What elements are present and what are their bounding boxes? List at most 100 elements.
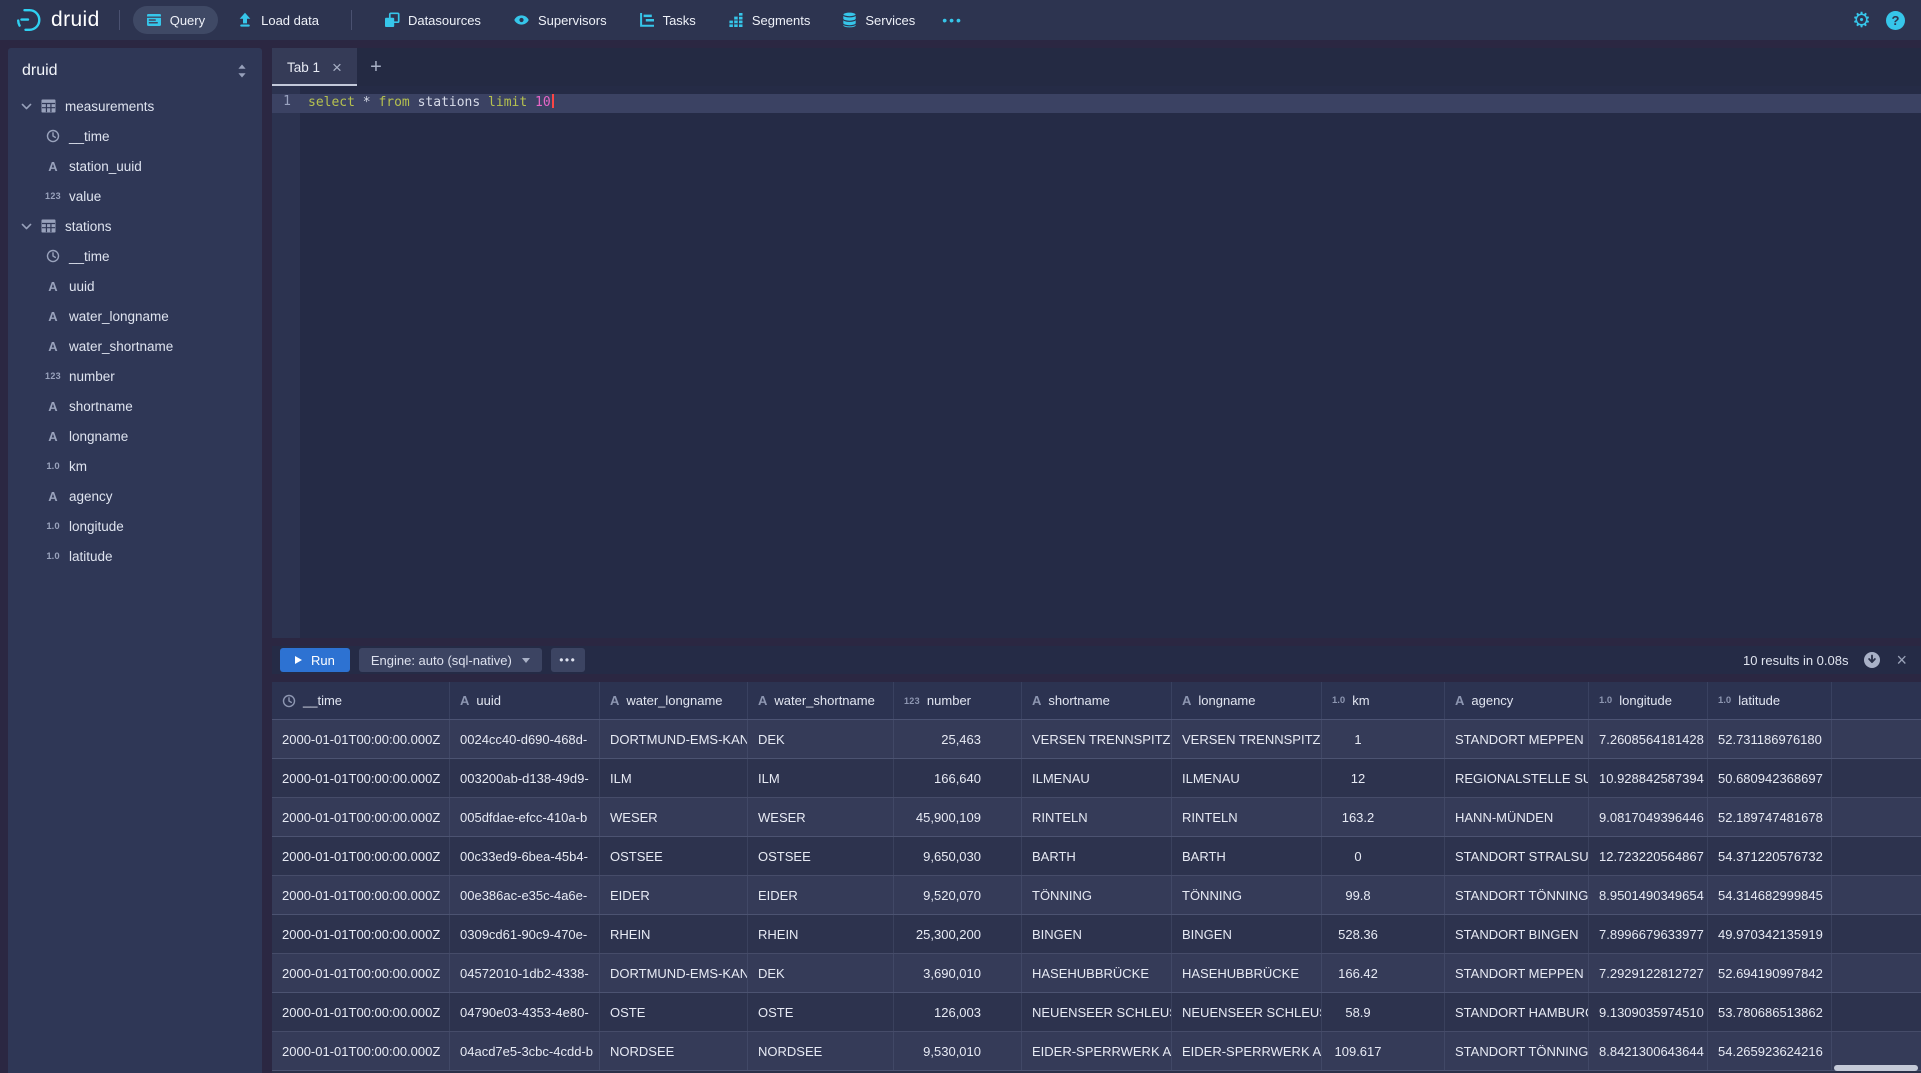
close-results-icon[interactable]: × bbox=[1896, 651, 1907, 669]
sidebar-table-measurements[interactable]: measurements bbox=[8, 91, 262, 121]
sidebar-column-value[interactable]: 123value bbox=[8, 181, 262, 211]
table-cell[interactable]: 2000-01-01T00:00:00.000Z bbox=[272, 915, 450, 953]
table-cell[interactable]: 52.189747481678 bbox=[1708, 798, 1832, 836]
table-cell[interactable]: BARTH bbox=[1172, 837, 1322, 875]
sidebar-column-longname[interactable]: Alongname bbox=[8, 421, 262, 451]
sidebar-column-station_uuid[interactable]: Astation_uuid bbox=[8, 151, 262, 181]
sidebar-column-__time[interactable]: __time bbox=[8, 121, 262, 151]
table-cell[interactable]: 04acd7e5-3cbc-4cdd-b bbox=[450, 1032, 600, 1070]
chevron-down-icon[interactable] bbox=[20, 220, 33, 233]
sidebar-column-shortname[interactable]: Ashortname bbox=[8, 391, 262, 421]
table-cell[interactable]: STANDORT MEPPEN bbox=[1445, 720, 1589, 758]
table-cell[interactable]: 9,530,010 bbox=[894, 1032, 1022, 1070]
table-cell[interactable]: 9.1309035974510 bbox=[1589, 993, 1708, 1031]
table-cell[interactable]: 8.9501490349654 bbox=[1589, 876, 1708, 914]
new-tab-button[interactable]: + bbox=[357, 48, 395, 86]
query-more-button[interactable]: ••• bbox=[551, 648, 585, 672]
table-cell[interactable]: NEUENSEER SCHLEUSE bbox=[1172, 993, 1322, 1031]
sidebar-column-__time[interactable]: __time bbox=[8, 241, 262, 271]
table-cell[interactable]: VERSEN TRENNSPITZE bbox=[1022, 720, 1172, 758]
table-cell[interactable]: EIDER bbox=[600, 876, 748, 914]
table-cell[interactable]: REGIONALSTELLE SUHL bbox=[1445, 759, 1589, 797]
results-header-km[interactable]: 1.0km bbox=[1322, 682, 1445, 719]
sidebar-column-latitude[interactable]: 1.0latitude bbox=[8, 541, 262, 571]
table-cell[interactable]: ILM bbox=[600, 759, 748, 797]
table-cell[interactable]: EIDER-SPERRWERK AP bbox=[1172, 1032, 1322, 1070]
table-cell[interactable]: 166,640 bbox=[894, 759, 1022, 797]
table-cell[interactable]: OSTSEE bbox=[748, 837, 894, 875]
table-cell[interactable]: 25,463 bbox=[894, 720, 1022, 758]
nav-item-supervisors[interactable]: Supervisors bbox=[500, 6, 620, 34]
table-cell[interactable]: 45,900,109 bbox=[894, 798, 1022, 836]
table-cell[interactable]: 54.314682999845 bbox=[1708, 876, 1832, 914]
table-cell[interactable]: DEK bbox=[748, 720, 894, 758]
table-cell[interactable]: 0309cd61-90c9-470e- bbox=[450, 915, 600, 953]
horizontal-scrollbar[interactable] bbox=[1834, 1065, 1918, 1071]
results-header-uuid[interactable]: Auuid bbox=[450, 682, 600, 719]
table-cell[interactable]: 1 bbox=[1322, 720, 1445, 758]
table-cell[interactable]: 3,690,010 bbox=[894, 954, 1022, 992]
results-header-longitude[interactable]: 1.0longitude bbox=[1589, 682, 1708, 719]
table-cell[interactable]: STANDORT TÖNNING bbox=[1445, 876, 1589, 914]
nav-item-services[interactable]: Services bbox=[829, 6, 928, 34]
table-cell[interactable]: 52.731186976180 bbox=[1708, 720, 1832, 758]
sql-editor[interactable]: 1 select * from stations limit 10 bbox=[272, 86, 1921, 638]
table-cell[interactable]: HASEHUBBRÜCKE bbox=[1022, 954, 1172, 992]
table-cell[interactable]: 9.0817049396446 bbox=[1589, 798, 1708, 836]
table-cell[interactable]: DORTMUND-EMS-KANAL bbox=[600, 720, 748, 758]
table-cell[interactable]: ILM bbox=[748, 759, 894, 797]
table-cell[interactable]: 2000-01-01T00:00:00.000Z bbox=[272, 1032, 450, 1070]
table-cell[interactable]: 7.8996679633977 bbox=[1589, 915, 1708, 953]
table-cell[interactable]: VERSEN TRENNSPITZE bbox=[1172, 720, 1322, 758]
close-tab-icon[interactable]: × bbox=[332, 59, 342, 76]
table-cell[interactable]: 2000-01-01T00:00:00.000Z bbox=[272, 954, 450, 992]
results-header-__time[interactable]: __time bbox=[272, 682, 450, 719]
table-cell[interactable]: EIDER-SPERRWERK AP bbox=[1022, 1032, 1172, 1070]
nav-item-load-data[interactable]: Load data bbox=[224, 6, 332, 34]
table-cell[interactable]: RINTELN bbox=[1022, 798, 1172, 836]
table-cell[interactable]: HASEHUBBRÜCKE bbox=[1172, 954, 1322, 992]
table-cell[interactable]: 10.928842587394 bbox=[1589, 759, 1708, 797]
table-cell[interactable]: DORTMUND-EMS-KANAL bbox=[600, 954, 748, 992]
table-cell[interactable]: BINGEN bbox=[1022, 915, 1172, 953]
gear-icon[interactable]: ⚙ bbox=[1852, 10, 1871, 31]
sidebar-column-water_longname[interactable]: Awater_longname bbox=[8, 301, 262, 331]
table-cell[interactable]: STANDORT TÖNNING bbox=[1445, 1032, 1589, 1070]
table-cell[interactable]: BINGEN bbox=[1172, 915, 1322, 953]
table-cell[interactable]: STANDORT HAMBURG bbox=[1445, 993, 1589, 1031]
table-cell[interactable]: 49.970342135919 bbox=[1708, 915, 1832, 953]
nav-item-tasks[interactable]: Tasks bbox=[626, 6, 709, 34]
table-cell[interactable]: NORDSEE bbox=[600, 1032, 748, 1070]
results-header-water_shortname[interactable]: Awater_shortname bbox=[748, 682, 894, 719]
table-cell[interactable]: 00e386ac-e35c-4a6e- bbox=[450, 876, 600, 914]
druid-brand[interactable]: druid bbox=[16, 7, 100, 33]
table-cell[interactable]: 003200ab-d138-49d9- bbox=[450, 759, 600, 797]
table-cell[interactable]: RHEIN bbox=[600, 915, 748, 953]
table-cell[interactable]: 2000-01-01T00:00:00.000Z bbox=[272, 798, 450, 836]
sidebar-table-stations[interactable]: stations bbox=[8, 211, 262, 241]
results-header-latitude[interactable]: 1.0latitude bbox=[1708, 682, 1832, 719]
table-cell[interactable]: TÖNNING bbox=[1172, 876, 1322, 914]
table-cell[interactable]: BARTH bbox=[1022, 837, 1172, 875]
table-cell[interactable]: 9,520,070 bbox=[894, 876, 1022, 914]
table-cell[interactable]: STANDORT MEPPEN bbox=[1445, 954, 1589, 992]
table-cell[interactable]: 12.723220564867 bbox=[1589, 837, 1708, 875]
table-cell[interactable]: ILMENAU bbox=[1022, 759, 1172, 797]
table-cell[interactable]: 2000-01-01T00:00:00.000Z bbox=[272, 837, 450, 875]
table-cell[interactable]: NORDSEE bbox=[748, 1032, 894, 1070]
table-cell[interactable]: 126,003 bbox=[894, 993, 1022, 1031]
schema-selector[interactable]: druid bbox=[8, 48, 262, 91]
table-cell[interactable]: RINTELN bbox=[1172, 798, 1322, 836]
table-cell[interactable]: WESER bbox=[748, 798, 894, 836]
table-cell[interactable]: 2000-01-01T00:00:00.000Z bbox=[272, 993, 450, 1031]
results-header-number[interactable]: 123number bbox=[894, 682, 1022, 719]
table-cell[interactable]: 99.8 bbox=[1322, 876, 1445, 914]
table-cell[interactable]: HANN-MÜNDEN bbox=[1445, 798, 1589, 836]
table-cell[interactable]: 53.780686513862 bbox=[1708, 993, 1832, 1031]
table-cell[interactable]: 2000-01-01T00:00:00.000Z bbox=[272, 876, 450, 914]
table-cell[interactable]: 7.2608564181428 bbox=[1589, 720, 1708, 758]
table-cell[interactable]: 528.36 bbox=[1322, 915, 1445, 953]
table-cell[interactable]: STANDORT BINGEN bbox=[1445, 915, 1589, 953]
table-cell[interactable]: 2000-01-01T00:00:00.000Z bbox=[272, 759, 450, 797]
table-cell[interactable]: 005dfdae-efcc-410a-b bbox=[450, 798, 600, 836]
